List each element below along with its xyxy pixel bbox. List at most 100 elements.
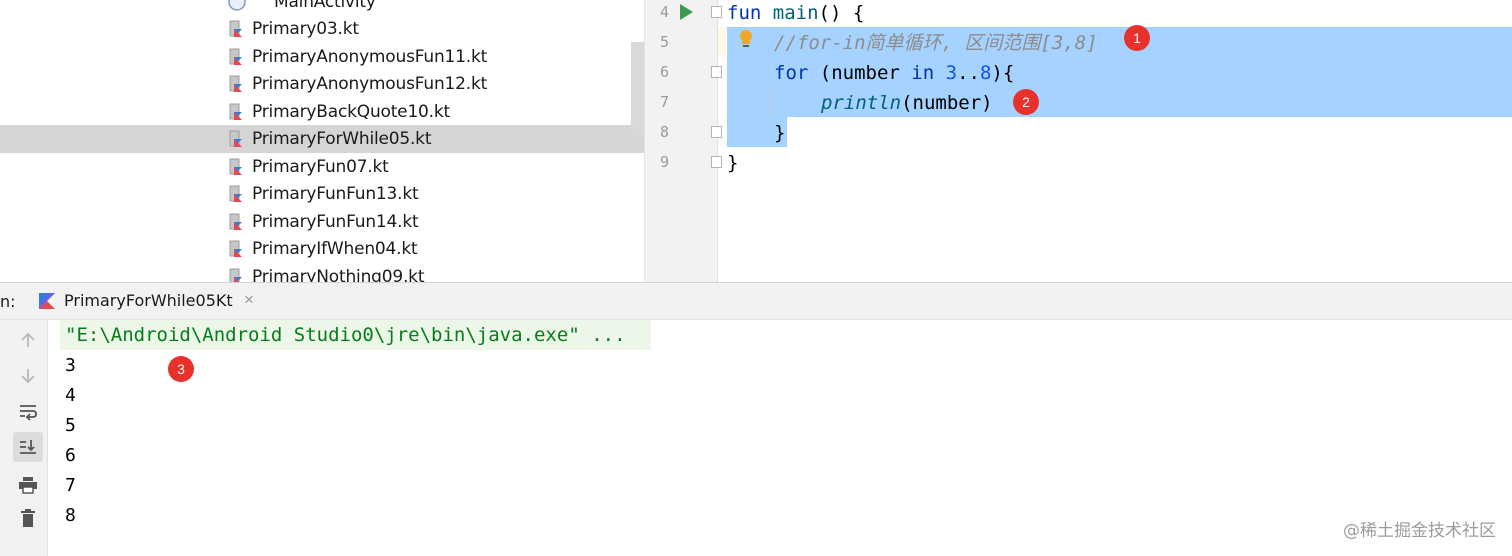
- code-text: (number: [808, 62, 912, 84]
- tree-item[interactable]: PrimaryAnonymousFun12.kt: [0, 70, 645, 98]
- fold-marker-icon[interactable]: [711, 66, 722, 78]
- code-line-8: }: [774, 121, 785, 145]
- tree-item[interactable]: PrimaryFunFun13.kt: [0, 180, 645, 208]
- gutter-separator: [717, 0, 718, 282]
- code-text: ..: [957, 62, 980, 84]
- annotation-badge: 1: [1124, 25, 1150, 51]
- run-panel-label: n:: [0, 292, 16, 311]
- number-literal: 3: [945, 62, 958, 84]
- scroll-to-end-icon: [20, 440, 36, 454]
- soft-wrap-icon: [20, 405, 37, 421]
- console-line: 6: [65, 445, 76, 466]
- kotlin-file-icon: [229, 158, 242, 175]
- tree-item-label: PrimaryAnonymousFun12.kt: [252, 74, 488, 94]
- code-line-7: println(number): [821, 91, 993, 115]
- print-button[interactable]: [13, 470, 43, 500]
- code-line-5: //for-in简单循环, 区间范围[3,8]: [774, 31, 1098, 55]
- code-text: }: [727, 152, 739, 174]
- run-toolbar: [0, 320, 48, 556]
- kotlin-file-icon: [229, 130, 242, 147]
- class-icon: [228, 0, 246, 11]
- fold-marker-icon[interactable]: [711, 156, 722, 168]
- keyword: fun: [727, 2, 762, 24]
- tree-item[interactable]: PrimaryIfWhen04.kt: [0, 235, 645, 263]
- kotlin-file-icon: [229, 213, 242, 230]
- tree-scrollbar[interactable]: [631, 42, 644, 135]
- run-tab-label: PrimaryForWhile05Kt: [64, 291, 233, 310]
- code-text: }: [774, 122, 786, 144]
- lightbulb-icon[interactable]: [739, 30, 753, 50]
- tree-item-label: Primary03.kt: [252, 19, 359, 39]
- code-line-6: for (number in 3..8){: [774, 61, 1014, 85]
- line-number: 4: [659, 3, 669, 21]
- soft-wrap-button[interactable]: [13, 397, 43, 427]
- tree-item-label: PrimaryIfWhen04.kt: [252, 239, 418, 259]
- function-call: println: [821, 92, 902, 114]
- tree-item-label: PrimaryBackQuote10.kt: [252, 101, 450, 122]
- line-number: 7: [659, 93, 669, 111]
- clear-all-button[interactable]: [13, 503, 43, 533]
- run-gutter-icon[interactable]: [680, 4, 693, 20]
- line-number: 8: [659, 123, 669, 141]
- line-number: 6: [659, 63, 669, 81]
- code-line-9: }: [727, 151, 738, 175]
- code-text: (number): [901, 92, 993, 114]
- tree-item[interactable]: PrimaryBackQuote10.kt: [0, 98, 645, 126]
- fold-marker-icon[interactable]: [711, 6, 722, 18]
- indent-guide: [770, 88, 771, 118]
- tree-item[interactable]: PrimaryFun07.kt: [0, 153, 645, 181]
- code-comment: //for-in简单循环, 区间范围[3,8]: [774, 32, 1098, 54]
- tree-item-label: PrimaryForWhile05.kt: [252, 129, 432, 149]
- tree-item[interactable]: PrimaryAnonymousFun11.kt: [0, 43, 645, 71]
- scroll-up-button[interactable]: [13, 325, 43, 355]
- command-line: "E:\Android\Android Studio0\jre\bin\java…: [65, 324, 626, 346]
- code-editor[interactable]: 4 5 6 7 8 9 fun main() { //for-in简单循环, 区…: [645, 0, 1512, 282]
- console-line: 5: [65, 415, 76, 436]
- tree-item-label: PrimaryNothing09.kt: [252, 266, 425, 283]
- console-line: 4: [65, 385, 76, 406]
- annotation-badge: 2: [1013, 89, 1039, 115]
- kotlin-file-icon: [229, 103, 242, 120]
- run-config-tab[interactable]: PrimaryForWhile05Kt ×: [28, 283, 264, 319]
- close-icon[interactable]: ×: [244, 290, 254, 310]
- tree-item-label: PrimaryFunFun13.kt: [252, 184, 419, 204]
- tree-item[interactable]: PrimaryFunFun14.kt: [0, 208, 645, 236]
- arrow-down-icon: [21, 369, 35, 384]
- tree-item-label: PrimaryFun07.kt: [252, 156, 389, 177]
- kotlin-file-icon: [229, 48, 242, 65]
- tree-item-label: PrimaryFunFun14.kt: [252, 211, 419, 232]
- kotlin-icon: [39, 293, 55, 309]
- console-output[interactable]: "E:\Android\Android Studio0\jre\bin\java…: [48, 320, 1512, 556]
- keyword: for: [774, 62, 809, 84]
- kotlin-file-icon: [229, 185, 242, 202]
- project-tree: MainActivity Primary03.kt PrimaryAnonymo…: [0, 0, 645, 282]
- trash-icon: [21, 509, 35, 527]
- tree-item-label: PrimaryAnonymousFun11.kt: [252, 46, 488, 67]
- code-text: () {: [818, 2, 865, 24]
- code-text: ){: [991, 62, 1015, 84]
- scroll-down-button[interactable]: [13, 361, 43, 391]
- kotlin-file-icon: [229, 268, 242, 282]
- kotlin-file-icon: [229, 20, 242, 37]
- code-line-4: fun main() {: [727, 1, 864, 25]
- tree-item-selected[interactable]: PrimaryForWhile05.kt: [0, 125, 645, 153]
- tree-item[interactable]: Primary03.kt: [0, 15, 645, 43]
- tree-item[interactable]: PrimaryNothing09.kt: [0, 263, 645, 283]
- annotation-badge: 3: [168, 356, 194, 382]
- scroll-to-end-button[interactable]: [13, 432, 43, 462]
- console-line: 8: [65, 505, 76, 526]
- keyword: in: [911, 62, 935, 84]
- function-name: main: [772, 2, 819, 24]
- line-number: 5: [659, 33, 669, 51]
- watermark: @稀土掘金技术社区: [1343, 521, 1496, 541]
- tree-item-mainactivity[interactable]: MainActivity: [0, 0, 645, 16]
- console-line: 3: [65, 355, 76, 376]
- line-number: 9: [659, 153, 669, 171]
- number-literal: 8: [979, 62, 992, 84]
- run-tab-bar: n: PrimaryForWhile05Kt ×: [0, 282, 1512, 320]
- kotlin-file-icon: [229, 75, 242, 92]
- fold-marker-icon[interactable]: [711, 126, 722, 138]
- kotlin-file-icon: [229, 240, 242, 257]
- arrow-up-icon: [21, 332, 35, 347]
- print-icon: [19, 477, 37, 494]
